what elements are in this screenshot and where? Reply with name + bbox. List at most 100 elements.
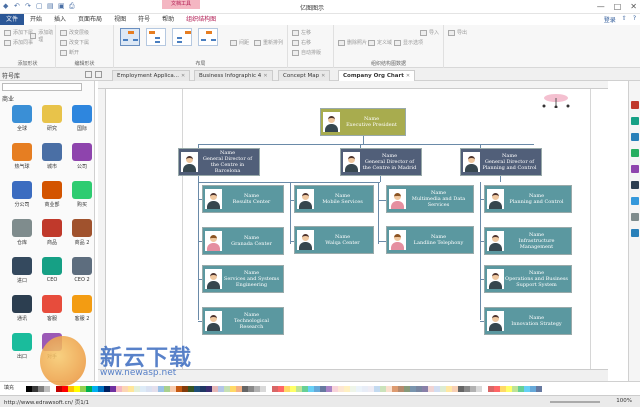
maximize-button[interactable]: □ (614, 2, 622, 11)
new-icon[interactable]: ▢ (36, 3, 43, 10)
org-node-employee[interactable]: Name Results Center (202, 185, 284, 213)
close-tab-icon[interactable]: ✕ (321, 71, 325, 82)
symbol-item[interactable]: 分公司 (8, 181, 36, 211)
org-node-employee[interactable]: Name Technological Research (202, 307, 284, 335)
zoom-level[interactable]: 100% (616, 398, 632, 404)
help-icon[interactable]: ? (633, 15, 636, 24)
symbol-item[interactable]: 公司 (68, 143, 96, 173)
redo-icon[interactable]: ↷ (25, 3, 32, 10)
symbol-item[interactable]: 购买 (68, 181, 96, 211)
add-assistant-button[interactable]: 添加助理 (30, 29, 55, 43)
symbol-item[interactable]: 商品 2 (68, 219, 96, 249)
category-business[interactable]: 商业 (2, 94, 14, 103)
auto-layout-checkbox[interactable]: 自动排版 (292, 49, 321, 56)
shadow-icon[interactable] (631, 149, 639, 157)
symbol-item[interactable]: 客服 2 (68, 295, 96, 325)
symbol-item[interactable]: 客服 (38, 295, 66, 325)
org-node-employee[interactable]: Name Multimedia and Data Services (386, 185, 474, 213)
org-node-employee[interactable]: Name Granada Center (202, 227, 284, 255)
symbol-item[interactable]: 全球 (8, 105, 36, 135)
comment-icon[interactable] (631, 197, 639, 205)
symbol-item[interactable]: 进口 (8, 257, 36, 287)
symbol-item[interactable]: 城市 (38, 143, 66, 173)
format-icon[interactable] (631, 101, 639, 109)
menu-help[interactable]: 帮助 (156, 14, 180, 25)
minimize-button[interactable]: — (597, 2, 605, 11)
org-node-employee[interactable]: Name Operations and Business Support Syst… (484, 265, 572, 293)
save-icon[interactable]: ▣ (58, 3, 65, 10)
org-node-employee[interactable]: Name Innovation Strategy (484, 307, 572, 335)
symbol-item[interactable]: 研究 (38, 105, 66, 135)
menu-file[interactable]: 文件 (0, 14, 25, 25)
symbol-item[interactable]: 出口 (8, 333, 36, 363)
menu-view[interactable]: 视图 (108, 14, 132, 25)
add-subordinate-button[interactable]: 添加下属 (4, 29, 33, 36)
org-node-president[interactable]: Name Executive President (320, 108, 406, 136)
change-subordinate-button[interactable]: 改变下属 (60, 39, 89, 46)
close-tab-icon[interactable]: ✕ (406, 71, 410, 82)
login-link[interactable]: 登录 (604, 15, 616, 24)
fill-icon[interactable] (631, 117, 639, 125)
org-node-employee[interactable]: Name Infrastructure Management (484, 227, 572, 255)
symbol-item[interactable]: 商业部 (38, 181, 66, 211)
change-level-button[interactable]: 改变层级 (60, 29, 89, 36)
symbol-item[interactable]: 热气球 (8, 143, 36, 173)
settings-icon[interactable] (631, 213, 639, 221)
symbol-item[interactable]: CEO 2 (68, 257, 96, 287)
symbol-item[interactable]: CEO (38, 257, 66, 287)
add-colleague-button[interactable]: 添加同事 (4, 39, 33, 46)
close-button[interactable]: ✕ (630, 2, 637, 11)
tab-business-infographic[interactable]: Business Infographic 4 ✕ (194, 70, 273, 81)
undo-icon[interactable]: ↶ (14, 3, 21, 10)
open-icon[interactable]: ▤ (47, 3, 54, 10)
org-node-director[interactable]: Name General Director of the Centre in Ba… (178, 148, 260, 176)
symbol-item[interactable]: 通讯 (8, 295, 36, 325)
menu-home[interactable]: 开始 (24, 14, 48, 25)
share-icon[interactable]: ⇧ (622, 15, 627, 24)
layers-icon[interactable] (631, 181, 639, 189)
org-node-employee[interactable]: Name Services and Systems Engineering (202, 265, 284, 293)
tab-concept-map[interactable]: Concept Map ✕ (278, 70, 331, 82)
rearrange-button[interactable]: 重新排列 (254, 39, 283, 46)
symbol-item[interactable]: 国际 (68, 105, 96, 135)
org-node-employee[interactable]: Name Mobile Services (294, 185, 374, 213)
org-node-director[interactable]: Name General Director of Planning and Con… (460, 148, 542, 176)
print-icon[interactable]: ⎙ (69, 3, 76, 10)
org-node-employee[interactable]: Name Landline Telephony (386, 226, 474, 254)
menu-page-layout[interactable]: 页面布局 (72, 14, 108, 25)
delete-photo-button[interactable]: 删除照片 (338, 39, 367, 46)
menu-symbols[interactable]: 符号 (132, 14, 156, 25)
move-right-button[interactable]: 右移 (292, 39, 311, 46)
layout-style-2-icon[interactable] (146, 28, 166, 46)
layout-style-4-icon[interactable] (198, 28, 218, 46)
import-button[interactable]: 导入 (420, 29, 439, 36)
symbol-search-input[interactable] (2, 83, 82, 91)
org-node-director[interactable]: Name General Director of the Centre in Ma… (340, 148, 422, 176)
drawing-canvas[interactable]: Name Executive President Name General Direc… (106, 89, 608, 369)
spacing-button[interactable]: 间距 (230, 39, 249, 46)
library-view-icon[interactable] (85, 71, 92, 78)
define-field-button[interactable]: 定义域 (368, 39, 392, 46)
org-node-employee[interactable]: Name Planning and Control (484, 185, 572, 213)
menu-insert[interactable]: 插入 (48, 14, 72, 25)
close-tab-icon[interactable]: ✕ (263, 71, 267, 82)
zoom-slider[interactable] (550, 401, 600, 403)
attachment-icon[interactable] (631, 229, 639, 237)
image-icon[interactable] (631, 165, 639, 173)
library-options-icon[interactable] (95, 71, 102, 78)
color-swatch[interactable] (536, 386, 542, 392)
symbol-item[interactable]: 商品 (38, 219, 66, 249)
move-left-button[interactable]: 左移 (292, 29, 311, 36)
display-options-button[interactable]: 显示选项 (394, 39, 423, 46)
org-node-employee[interactable]: Name Walqa Center (294, 226, 374, 254)
disconnect-button[interactable]: 断开 (60, 49, 79, 56)
layout-style-1-icon[interactable] (120, 28, 140, 46)
line-icon[interactable] (631, 133, 639, 141)
tab-company-org-chart[interactable]: Company Org Chart ✕ (338, 70, 416, 82)
close-tab-icon[interactable]: ✕ (181, 71, 185, 82)
symbol-item[interactable]: 仓库 (8, 219, 36, 249)
menu-org-chart[interactable]: 组织结构图 (180, 14, 223, 26)
export-button[interactable]: 导出 (448, 29, 467, 36)
layout-style-3-icon[interactable] (172, 28, 192, 46)
status-url[interactable]: http://www.edrawsoft.cn/ 页1/1 (4, 398, 89, 406)
